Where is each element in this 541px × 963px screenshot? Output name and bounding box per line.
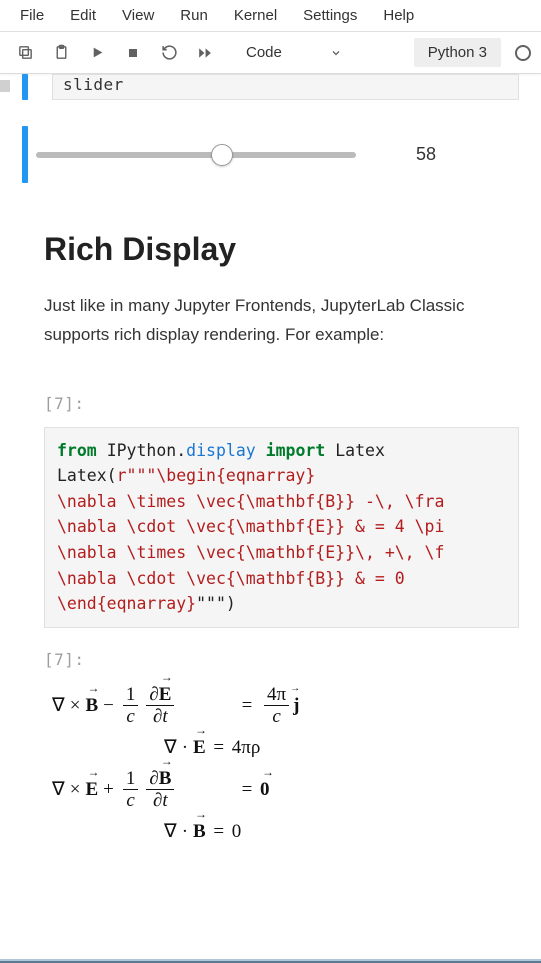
copy-icon[interactable]: [10, 38, 40, 68]
fast-forward-icon[interactable]: [190, 38, 220, 68]
peek-code-text: slider: [52, 74, 519, 100]
stop-icon[interactable]: [118, 38, 148, 68]
equation-row: ∇×B − 1c ∂E∂t = 4πcj: [52, 685, 519, 726]
cell-marker: [22, 74, 28, 100]
paste-icon[interactable]: [46, 38, 76, 68]
menu-file[interactable]: File: [8, 3, 56, 28]
code-cell[interactable]: [7]: from IPython.display import Latex L…: [0, 394, 541, 628]
rich-display-paragraph: Just like in many Jupyter Frontends, Jup…: [44, 292, 519, 350]
output-prompt: [7]:: [44, 650, 519, 669]
code-editor[interactable]: from IPython.display import Latex Latex(…: [44, 427, 519, 628]
celltype-label: Code: [246, 44, 282, 61]
kernel-status-idle-icon: [515, 45, 531, 61]
menubar: File Edit View Run Kernel Settings Help: [0, 0, 541, 32]
equation-row: ∇×E + 1c ∂B∂t = 0: [52, 769, 519, 810]
equation-row: ∇·E = 4πρ: [52, 738, 519, 757]
run-icon[interactable]: [82, 38, 112, 68]
slider-thumb[interactable]: [211, 144, 233, 166]
slider-value: 58: [416, 144, 436, 165]
celltype-select[interactable]: Code: [236, 44, 352, 61]
chevron-down-icon: [330, 47, 342, 59]
menu-view[interactable]: View: [110, 3, 166, 28]
menu-run[interactable]: Run: [168, 3, 220, 28]
equation-row: ∇·B = 0: [52, 822, 519, 841]
menu-settings[interactable]: Settings: [291, 3, 369, 28]
menu-kernel[interactable]: Kernel: [222, 3, 289, 28]
kernel-name[interactable]: Python 3: [414, 38, 501, 67]
input-prompt: [7]:: [44, 394, 519, 413]
slider-widget[interactable]: [36, 152, 356, 158]
slider-output-cell: 58: [0, 126, 541, 183]
rich-display-heading: Rich Display: [44, 231, 519, 268]
menu-edit[interactable]: Edit: [58, 3, 108, 28]
markdown-cell[interactable]: Rich Display Just like in many Jupyter F…: [0, 201, 541, 360]
previous-code-cell[interactable]: slider: [0, 74, 541, 100]
toolbar: Code Python 3: [0, 32, 541, 74]
notebook-area: slider 58 Rich Display Just like in many…: [0, 74, 541, 959]
cell-marker: [22, 126, 28, 183]
output-cell: [7]: ∇×B − 1c ∂E∂t = 4πcj ∇·E = 4πρ ∇×E …: [0, 650, 541, 841]
menu-help[interactable]: Help: [371, 3, 426, 28]
restart-icon[interactable]: [154, 38, 184, 68]
latex-output: ∇×B − 1c ∂E∂t = 4πcj ∇·E = 4πρ ∇×E + 1c …: [44, 685, 519, 841]
